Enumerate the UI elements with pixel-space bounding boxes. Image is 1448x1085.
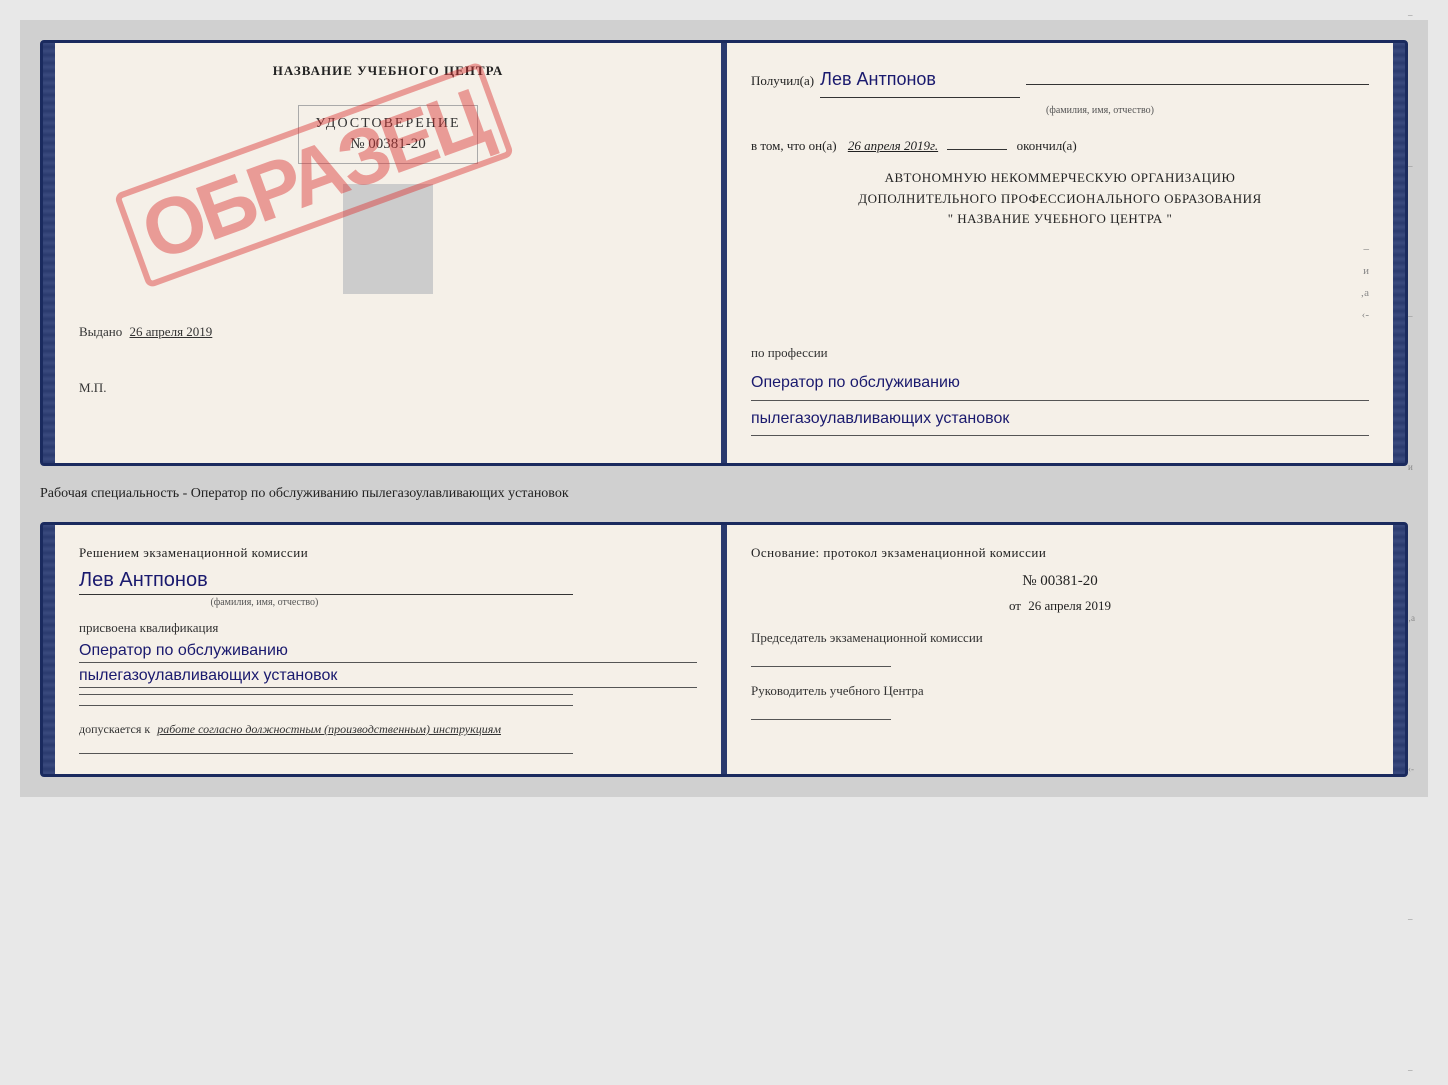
qualification-section: присвоена квалификация Оператор по обслу… [79,620,697,706]
resolution-header: Решением экзаменационной комиссии [79,545,697,561]
protocol-number: № 00381-20 [751,573,1369,590]
profession-value-line1: Оператор по обслуживанию [751,369,1369,401]
profession-value-line2: пылегазоулавливающих установок [751,405,1369,437]
center-head-label: Руководитель учебного Центра [751,683,1369,699]
fio-label-top: (фамилия, имя, отчество) [831,102,1369,120]
confirmed-line: в том, что он(а) 26 апреля 2019г. окончи… [751,134,1369,157]
bottom-spine-right [1393,525,1405,774]
bottom-right-content: Основание: протокол экзаменационной коми… [751,545,1369,720]
allowed-text: работе согласно должностным (производств… [157,722,501,736]
allowed-prefix: допускается к [79,722,150,736]
received-line: Получил(а) Лев Антпонов [751,63,1369,98]
bottom-spine-left [43,525,55,774]
mp-label: М.П. [79,380,697,396]
confirmed-date: 26 апреля 2019г. [848,138,938,153]
top-right-page: Получил(а) Лев Антпонов (фамилия, имя, о… [727,43,1393,463]
sample-stamp: ОБРАЗЕЦ [114,61,514,288]
book-spine-right [1393,43,1405,463]
qual-value-line2: пылегазоулавливающих установок [79,667,697,688]
profession-section: по профессии Оператор по обслуживанию пы… [751,341,1369,436]
allowed-line: допускается к работе согласно должностны… [79,722,697,737]
committee-chair-label: Председатель экзаменационной комиссии [751,630,1369,646]
confirmed-prefix: в том, что он(а) [751,138,837,153]
school-name-header: НАЗВАНИЕ УЧЕБНОГО ЦЕНТРА [79,63,697,79]
issued-date: 26 апреля 2019 [130,324,213,339]
protocol-date-prefix: от [1009,598,1021,613]
chair-sig-line [751,666,891,667]
issued-label: Выдано [79,324,122,339]
bottom-certificate-book: Решением экзаменационной комиссии Лев Ан… [40,522,1408,777]
qualification-prefix: присвоена квалификация [79,620,697,636]
received-prefix: Получил(а) [751,69,814,92]
qual-value-line1: Оператор по обслуживанию [79,642,697,663]
head-sig-line [751,719,891,720]
confirmed-suffix: окончил(а) [1017,138,1077,153]
right-page-content: Получил(а) Лев Антпонов (фамилия, имя, о… [751,63,1369,436]
org-name: " НАЗВАНИЕ УЧЕБНОГО ЦЕНТРА " [751,209,1369,230]
top-left-page: НАЗВАНИЕ УЧЕБНОГО ЦЕНТРА ОБРАЗЕЦ УДОСТОВ… [55,43,727,463]
center-head-section: Руководитель учебного Центра [751,683,1369,720]
divider-text: Рабочая специальность - Оператор по обсл… [40,482,1408,506]
issued-line: Выдано 26 апреля 2019 [79,324,697,340]
profession-label: по профессии [751,341,1369,364]
protocol-date: 26 апреля 2019 [1028,598,1111,613]
stamp-area: ОБРАЗЕЦ УДОСТОВЕРЕНИЕ № 00381-20 [79,95,697,294]
org-line1: АВТОНОМНУЮ НЕКОММЕРЧЕСКУЮ ОРГАНИЗАЦИЮ [751,168,1369,189]
person-name-underline [79,594,573,595]
received-name: Лев Антпонов [820,63,1020,98]
protocol-date-line: от 26 апреля 2019 [751,598,1369,614]
org-block: АВТОНОМНУЮ НЕКОММЕРЧЕСКУЮ ОРГАНИЗАЦИЮ ДО… [751,168,1369,230]
bottom-person-name: Лев Антпонов [79,569,697,592]
top-certificate-book: НАЗВАНИЕ УЧЕБНОГО ЦЕНТРА ОБРАЗЕЦ УДОСТОВ… [40,40,1408,466]
bottom-left-page: Решением экзаменационной комиссии Лев Ан… [55,525,727,774]
committee-chair-section: Председатель экзаменационной комиссии [751,630,1369,667]
basis-header: Основание: протокол экзаменационной коми… [751,545,1369,561]
org-line2: ДОПОЛНИТЕЛЬНОГО ПРОФЕССИОНАЛЬНОГО ОБРАЗО… [751,189,1369,210]
page-wrapper: НАЗВАНИЕ УЧЕБНОГО ЦЕНТРА ОБРАЗЕЦ УДОСТОВ… [20,20,1428,797]
fio-label-bottom: (фамилия, имя, отчество) [79,597,450,608]
bottom-right-page: Основание: протокол экзаменационной коми… [727,525,1393,774]
book-spine-left [43,43,55,463]
